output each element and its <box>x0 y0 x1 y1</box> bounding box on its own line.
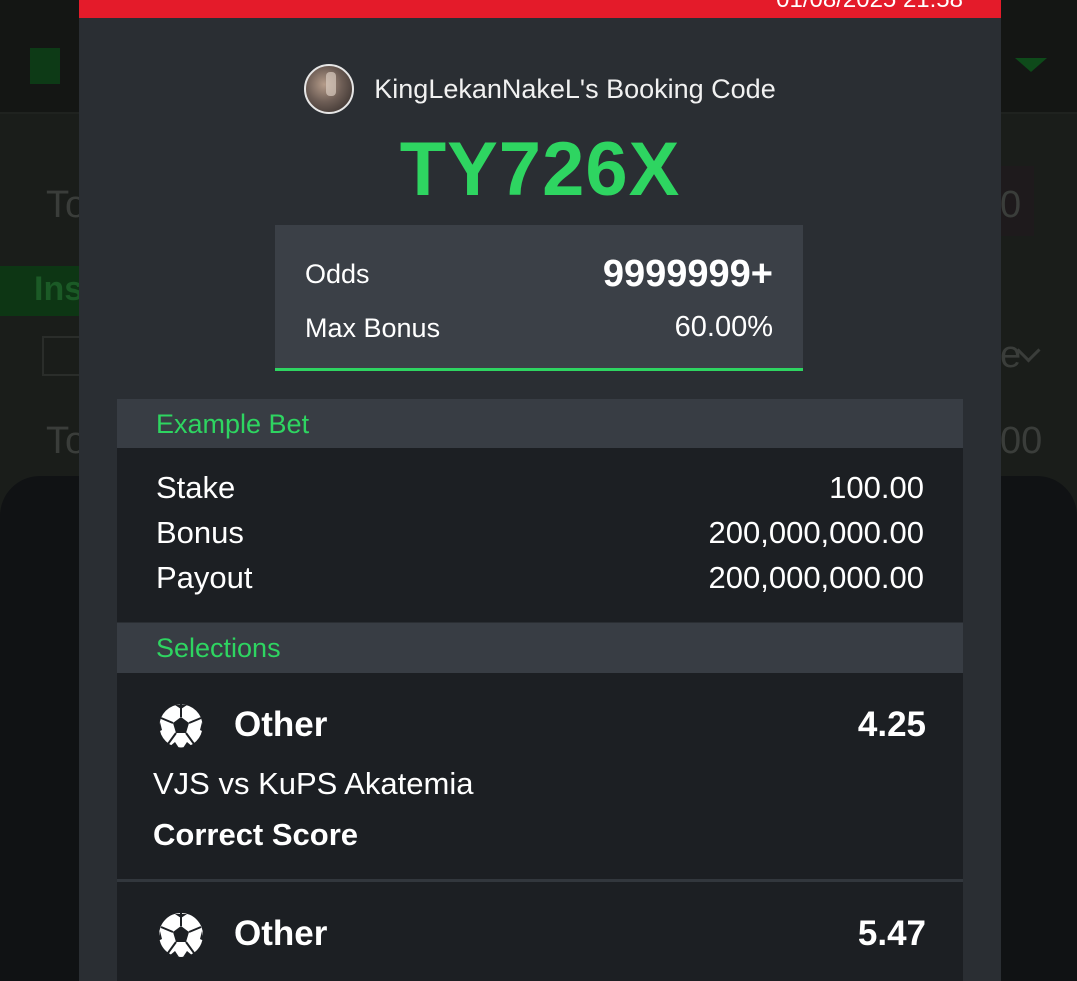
stake-value: 100.00 <box>829 470 924 505</box>
bonus-value: 200,000,000.00 <box>708 515 925 550</box>
selections-heading: Selections <box>156 633 281 663</box>
background-value: 0 <box>1000 184 1022 226</box>
selection-title: Other <box>234 914 328 953</box>
booking-code-modal: 01/08/2025 21:58 KingLekanNakeL's Bookin… <box>79 0 1001 981</box>
example-bet-header: Example Bet <box>117 399 963 449</box>
soccer-ball-icon <box>158 913 204 957</box>
example-bet-heading: Example Bet <box>156 409 310 439</box>
selection-odds: 4.25 <box>857 705 926 744</box>
background-select-label: e <box>1000 334 1022 376</box>
author-row: KingLekanNakeL's Booking Code <box>79 64 1001 114</box>
background-green-tab-label: Ins <box>34 270 84 308</box>
avatar[interactable] <box>304 64 355 114</box>
max-bonus-value: 60.00% <box>674 311 773 343</box>
modal-top-bar: 01/08/2025 21:58 <box>79 0 1001 18</box>
bonus-label: Bonus <box>156 515 244 550</box>
soccer-ball-icon <box>158 703 204 749</box>
selection-match: VJS vs KuPS Akatemia <box>153 766 474 801</box>
odds-card: Odds 9999999+ Max Bonus 60.00% <box>275 225 803 371</box>
author-title: KingLekanNakeL's Booking Code <box>374 73 776 104</box>
payout-label: Payout <box>156 560 253 595</box>
stake-label: Stake <box>156 470 236 505</box>
odds-label: Odds <box>305 259 370 289</box>
selection-market: Correct Score <box>153 817 359 852</box>
bookmark-star-icon <box>30 48 60 84</box>
max-bonus-label: Max Bonus <box>305 313 441 343</box>
selection-item[interactable]: Other 4.25 VJS vs KuPS Akatemia Correct … <box>117 673 963 879</box>
background-checkbox <box>42 336 82 376</box>
booking-code[interactable]: TY726X <box>79 126 1001 213</box>
selections-header: Selections <box>117 623 963 673</box>
odds-value: 9999999+ <box>602 253 773 295</box>
selection-odds: 5.47 <box>857 914 926 953</box>
dropdown-caret-icon <box>1015 58 1047 72</box>
modal-date: 01/08/2025 21:58 <box>776 0 963 14</box>
background-value-2: 00 <box>1000 420 1043 462</box>
example-bet-body: Stake 100.00 Bonus 200,000,000.00 Payout… <box>117 448 963 622</box>
selection-item[interactable]: Other 5.47 <box>117 882 963 981</box>
selection-title: Other <box>234 705 328 744</box>
payout-value: 200,000,000.00 <box>708 560 925 595</box>
